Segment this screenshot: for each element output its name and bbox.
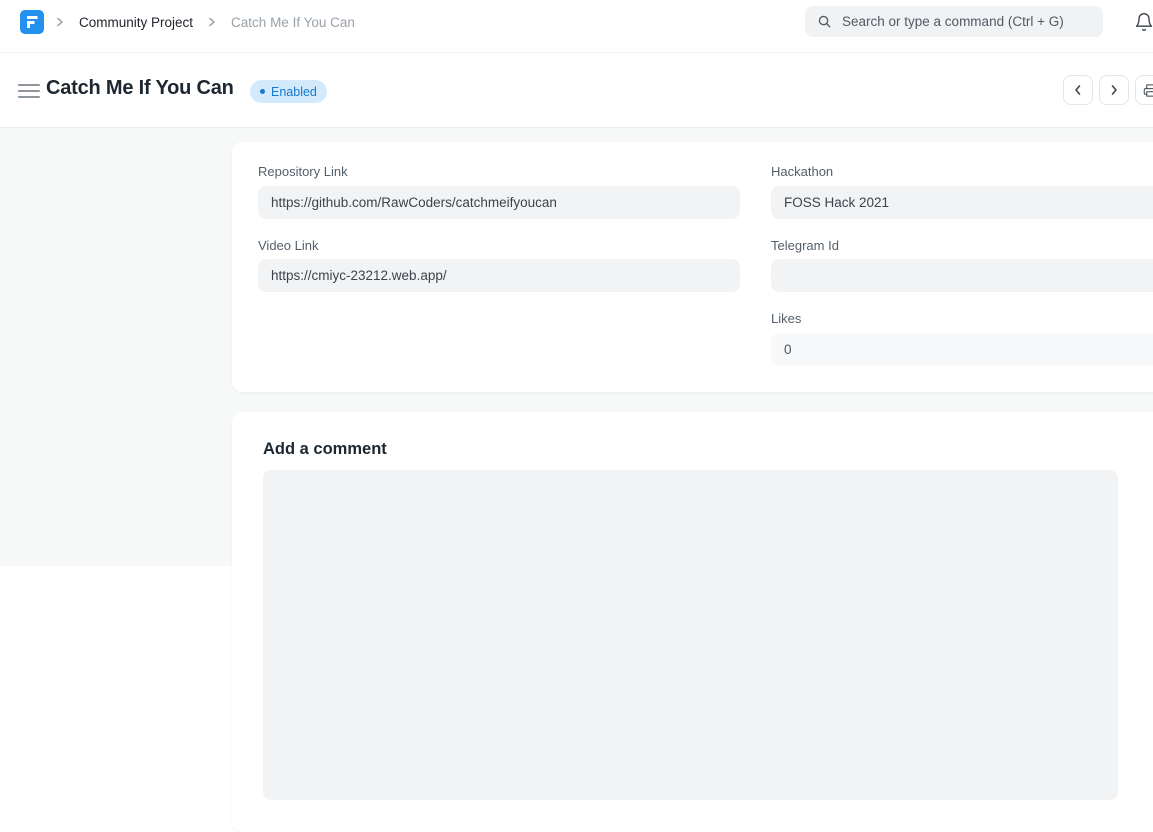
- video-link-label: Video Link: [258, 238, 740, 253]
- chevron-right-icon: [54, 16, 66, 28]
- breadcrumb-current-page[interactable]: Catch Me If You Can: [231, 15, 355, 30]
- breadcrumb: Community Project Catch Me If You Can: [54, 0, 355, 44]
- page-title: Catch Me If You Can: [46, 77, 234, 100]
- printer-icon: [1143, 83, 1153, 98]
- likes-field: [771, 333, 1153, 366]
- bell-icon: [1134, 12, 1153, 32]
- sidebar-toggle-button[interactable]: [16, 79, 42, 103]
- status-dot-icon: [260, 89, 265, 94]
- breadcrumb-community-project[interactable]: Community Project: [79, 15, 193, 30]
- notifications-bell-button[interactable]: [1132, 10, 1153, 34]
- comment-input[interactable]: [263, 470, 1118, 800]
- hamburger-icon: [18, 83, 40, 99]
- page-body: Repository Link Video Link Hackathon Tel…: [0, 128, 1153, 566]
- comment-section-card: Add a comment: [232, 412, 1153, 832]
- status-badge: Enabled: [250, 80, 327, 103]
- likes-label: Likes: [771, 311, 801, 326]
- search-icon: [817, 14, 832, 29]
- search-input[interactable]: [840, 13, 1091, 30]
- print-button[interactable]: [1135, 75, 1153, 105]
- hackathon-label: Hackathon: [771, 164, 833, 179]
- form-section-card: Repository Link Video Link Hackathon Tel…: [232, 142, 1153, 392]
- telegram-id-field[interactable]: [771, 259, 1153, 292]
- page-head: Catch Me If You Can Enabled: [0, 53, 1153, 128]
- hackathon-field[interactable]: [771, 186, 1153, 219]
- status-badge-label: Enabled: [271, 85, 317, 99]
- next-document-button[interactable]: [1099, 75, 1129, 105]
- global-search[interactable]: [805, 6, 1103, 37]
- chevron-left-icon: [1071, 83, 1085, 97]
- chevron-right-icon: [1107, 83, 1121, 97]
- telegram-id-label: Telegram Id: [771, 238, 839, 253]
- repository-link-field[interactable]: [258, 186, 740, 219]
- previous-document-button[interactable]: [1063, 75, 1093, 105]
- top-navbar: Community Project Catch Me If You Can: [0, 0, 1153, 53]
- chevron-right-icon: [206, 16, 218, 28]
- frappe-logo[interactable]: [20, 10, 44, 34]
- video-link-field[interactable]: [258, 259, 740, 292]
- add-comment-heading: Add a comment: [263, 440, 387, 459]
- repository-link-label: Repository Link: [258, 164, 740, 179]
